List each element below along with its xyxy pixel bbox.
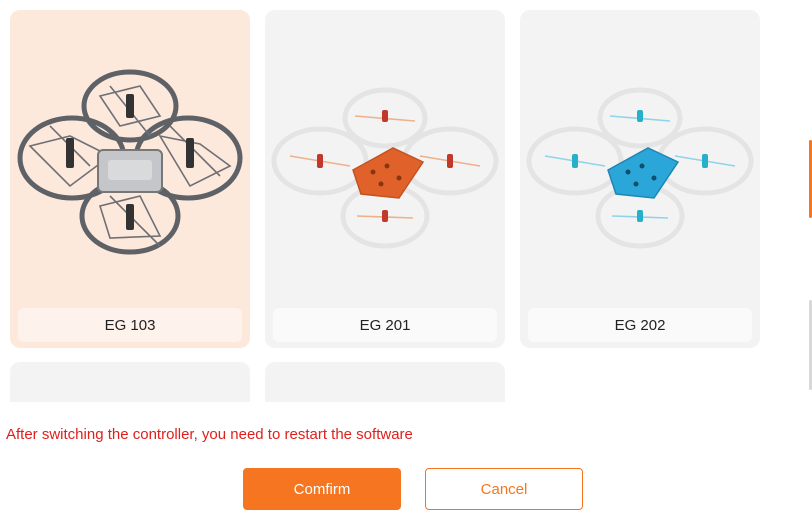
restart-warning: After switching the controller, you need… bbox=[6, 426, 413, 443]
controller-card-partial[interactable] bbox=[265, 362, 505, 402]
drone-image-eg202 bbox=[526, 87, 754, 249]
controller-label: EG 103 bbox=[18, 308, 242, 342]
drone-image-eg103 bbox=[17, 69, 243, 255]
drone-image-eg201 bbox=[271, 87, 499, 249]
controller-card-partial[interactable] bbox=[10, 362, 250, 402]
controller-card-eg201[interactable]: EG 201 bbox=[265, 10, 505, 348]
controller-card-eg103[interactable]: EG 103 bbox=[10, 10, 250, 348]
controller-label: EG 202 bbox=[528, 308, 752, 342]
confirm-button[interactable]: Comfirm bbox=[243, 468, 401, 510]
controller-card-eg202[interactable]: EG 202 bbox=[520, 10, 760, 348]
cancel-button[interactable]: Cancel bbox=[425, 468, 583, 510]
controller-grid: EG 103 EG 201 EG 202 bbox=[0, 0, 812, 402]
controller-label: EG 201 bbox=[273, 308, 497, 342]
